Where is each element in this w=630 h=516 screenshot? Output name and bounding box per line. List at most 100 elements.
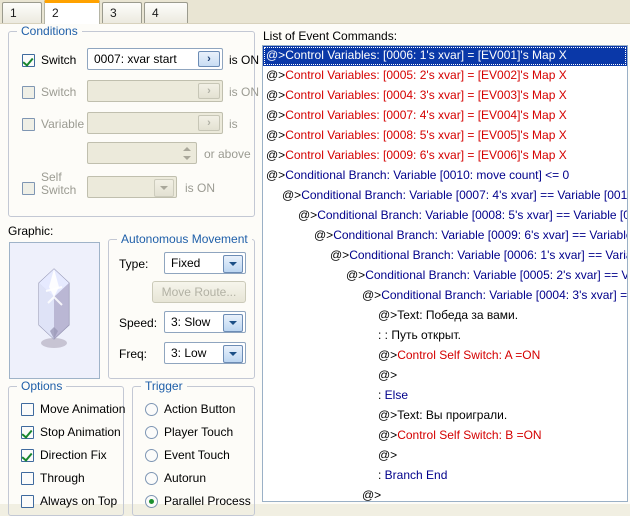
condition-selfswitch-dropdown[interactable] (87, 176, 177, 198)
movement-type-value: Fixed (171, 256, 201, 270)
condition-switch2-checkbox[interactable] (22, 86, 35, 99)
event-command-list[interactable]: @>Control Variables: [0006: 1's xvar] = … (262, 45, 628, 502)
command-row[interactable]: @>Control Variables: [0007: 4's xvar] = … (263, 106, 627, 126)
command-text: Conditional Branch: Variable [0008: 5's … (317, 208, 627, 222)
trigger-action-button-radio[interactable] (145, 403, 158, 416)
trigger-player-touch-radio[interactable] (145, 426, 158, 439)
command-row[interactable]: @>Conditional Branch: Variable [0008: 5'… (263, 206, 627, 226)
condition-switch2-browse-icon[interactable]: › (198, 83, 220, 99)
command-text: Conditional Branch: Variable [0009: 6's … (333, 228, 627, 242)
chevron-down-icon[interactable] (223, 255, 243, 273)
condition-variable-value-suffix: or above (204, 147, 251, 161)
condition-switch1-browse-icon[interactable]: › (198, 51, 220, 67)
trigger-autorun-radio[interactable] (145, 472, 158, 485)
command-prefix: @> (378, 348, 398, 362)
command-row[interactable]: @>Conditional Branch: Variable [0010: mo… (263, 166, 627, 186)
command-row[interactable]: @>Conditional Branch: Variable [0009: 6'… (263, 226, 627, 246)
condition-variable-value-spinner[interactable] (87, 142, 197, 164)
chevron-down-icon[interactable] (154, 179, 174, 197)
command-text: : Путь открыт. (381, 328, 462, 342)
event-page-tabstrip: 1 2 3 4 (0, 0, 630, 24)
option-through-checkbox[interactable] (21, 472, 34, 485)
condition-selfswitch-checkbox[interactable] (22, 182, 35, 195)
command-row[interactable]: @> (263, 366, 627, 386)
condition-switch1-checkbox[interactable] (22, 54, 35, 67)
command-row[interactable]: @>Control Variables: [0008: 5's xvar] = … (263, 126, 627, 146)
trigger-parallel-process-radio[interactable] (145, 495, 158, 508)
command-list-label: List of Event Commands: (263, 29, 398, 43)
tab-page-4[interactable]: 4 (144, 2, 188, 23)
conditions-caption: Conditions (17, 24, 82, 38)
option-stop-animation-checkbox[interactable] (21, 426, 34, 439)
command-row[interactable]: @>Text: Вы проиграли. (263, 406, 627, 426)
movement-freq-dropdown[interactable]: 3: Low (164, 342, 246, 364)
command-row[interactable]: : Branch End (263, 466, 627, 486)
tab-page-1[interactable]: 1 (2, 2, 42, 23)
crystal-sprite (38, 268, 70, 348)
tab-page-3[interactable]: 3 (102, 2, 142, 23)
spinner-up-icon[interactable] (180, 145, 193, 153)
command-text: Control Variables: [0008: 5's xvar] = [E… (285, 128, 567, 142)
options-group: Options Move Animation Stop Animation Di… (8, 379, 125, 516)
command-text: Conditional Branch: Variable [0005: 2's … (365, 268, 627, 282)
graphic-label: Graphic: (8, 224, 54, 238)
trigger-parallel-process-label: Parallel Process (164, 494, 251, 508)
spinner-down-icon[interactable] (180, 154, 193, 162)
command-prefix: @> (266, 48, 286, 62)
command-prefix: @> (298, 208, 318, 222)
command-row[interactable]: @>Text: Победа за вами. (263, 306, 627, 326)
graphic-preview[interactable] (9, 242, 100, 379)
command-row[interactable]: @>Conditional Branch: Variable [0006: 1'… (263, 246, 627, 266)
option-always-on-top-checkbox[interactable] (21, 495, 34, 508)
movement-speed-dropdown[interactable]: 3: Slow (164, 311, 246, 333)
condition-variable-suffix: is (229, 117, 238, 131)
command-text: Branch End (381, 468, 448, 482)
trigger-action-button-label: Action Button (164, 402, 236, 416)
command-text: Text: Победа за вами. (397, 308, 519, 322)
command-prefix: @> (330, 248, 350, 262)
command-prefix: @> (378, 428, 398, 442)
condition-variable-checkbox[interactable] (22, 118, 35, 131)
option-move-animation-checkbox[interactable] (21, 403, 34, 416)
command-text: Control Variables: [0009: 6's xvar] = [E… (285, 148, 567, 162)
move-route-button[interactable]: Move Route... (152, 281, 246, 303)
command-row[interactable]: @>Control Variables: [0004: 3's xvar] = … (263, 86, 627, 106)
command-text: Control Self Switch: A =ON (397, 348, 541, 362)
command-row[interactable]: : Else (263, 386, 627, 406)
command-text: Else (381, 388, 409, 402)
condition-switch2-field[interactable]: › (87, 80, 223, 102)
command-row[interactable]: @>Control Variables: [0006: 1's xvar] = … (263, 46, 627, 66)
chevron-down-icon[interactable] (223, 314, 243, 332)
command-row[interactable]: @>Control Self Switch: B =ON (263, 426, 627, 446)
condition-variable-label: Variable (41, 117, 85, 131)
command-text: Conditional Branch: Variable [0007: 4's … (301, 188, 627, 202)
option-direction-fix-checkbox[interactable] (21, 449, 34, 462)
command-row[interactable]: @>Control Variables: [0005: 2's xvar] = … (263, 66, 627, 86)
condition-switch2-suffix: is ON (229, 85, 259, 99)
trigger-event-touch-radio[interactable] (145, 449, 158, 462)
condition-variable-field[interactable]: › (87, 112, 223, 134)
command-row[interactable]: @>Conditional Branch: Variable [0005: 2'… (263, 266, 627, 286)
command-row[interactable]: : : Путь открыт. (263, 326, 627, 346)
condition-variable-browse-icon[interactable]: › (198, 115, 220, 131)
command-row[interactable]: @> (263, 446, 627, 466)
command-text: Control Variables: [0006: 1's xvar] = [E… (285, 48, 567, 62)
command-prefix: @> (282, 188, 302, 202)
command-prefix: @> (378, 408, 398, 422)
option-direction-fix-label: Direction Fix (40, 448, 107, 462)
command-row[interactable]: @>Conditional Branch: Variable [0007: 4'… (263, 186, 627, 206)
condition-switch1-field[interactable]: 0007: xvar start › (87, 48, 223, 70)
chevron-down-icon[interactable] (223, 345, 243, 363)
command-row[interactable]: @>Control Self Switch: A =ON (263, 346, 627, 366)
command-prefix: @> (314, 228, 334, 242)
command-row[interactable]: @> (263, 486, 627, 501)
command-row[interactable]: @>Control Variables: [0009: 6's xvar] = … (263, 146, 627, 166)
command-text: Control Self Switch: B =ON (397, 428, 542, 442)
tab-page-2[interactable]: 2 (44, 0, 100, 24)
command-row[interactable]: @>Conditional Branch: Variable [0004: 3'… (263, 286, 627, 306)
command-prefix: @> (266, 168, 286, 182)
movement-speed-value: 3: Slow (171, 315, 211, 329)
movement-type-dropdown[interactable]: Fixed (164, 252, 246, 274)
command-text: Control Variables: [0007: 4's xvar] = [E… (285, 108, 567, 122)
command-prefix: @> (266, 68, 286, 82)
